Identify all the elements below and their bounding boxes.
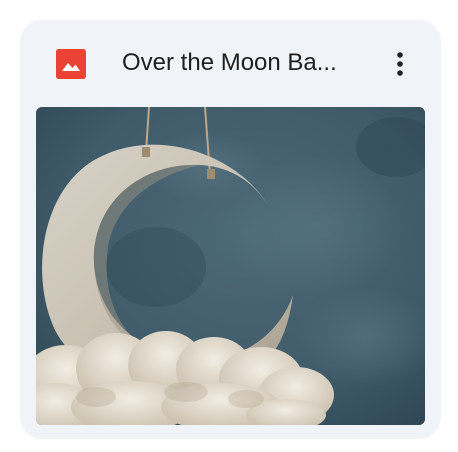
more-vert-icon (397, 52, 403, 76)
image-file-icon (56, 49, 86, 79)
file-card[interactable]: Over the Moon Ba... (20, 20, 441, 439)
image-thumbnail[interactable] (36, 107, 425, 425)
file-card-header: Over the Moon Ba... (20, 20, 441, 106)
more-options-button[interactable] (380, 42, 420, 86)
file-title: Over the Moon Ba... (122, 49, 337, 76)
